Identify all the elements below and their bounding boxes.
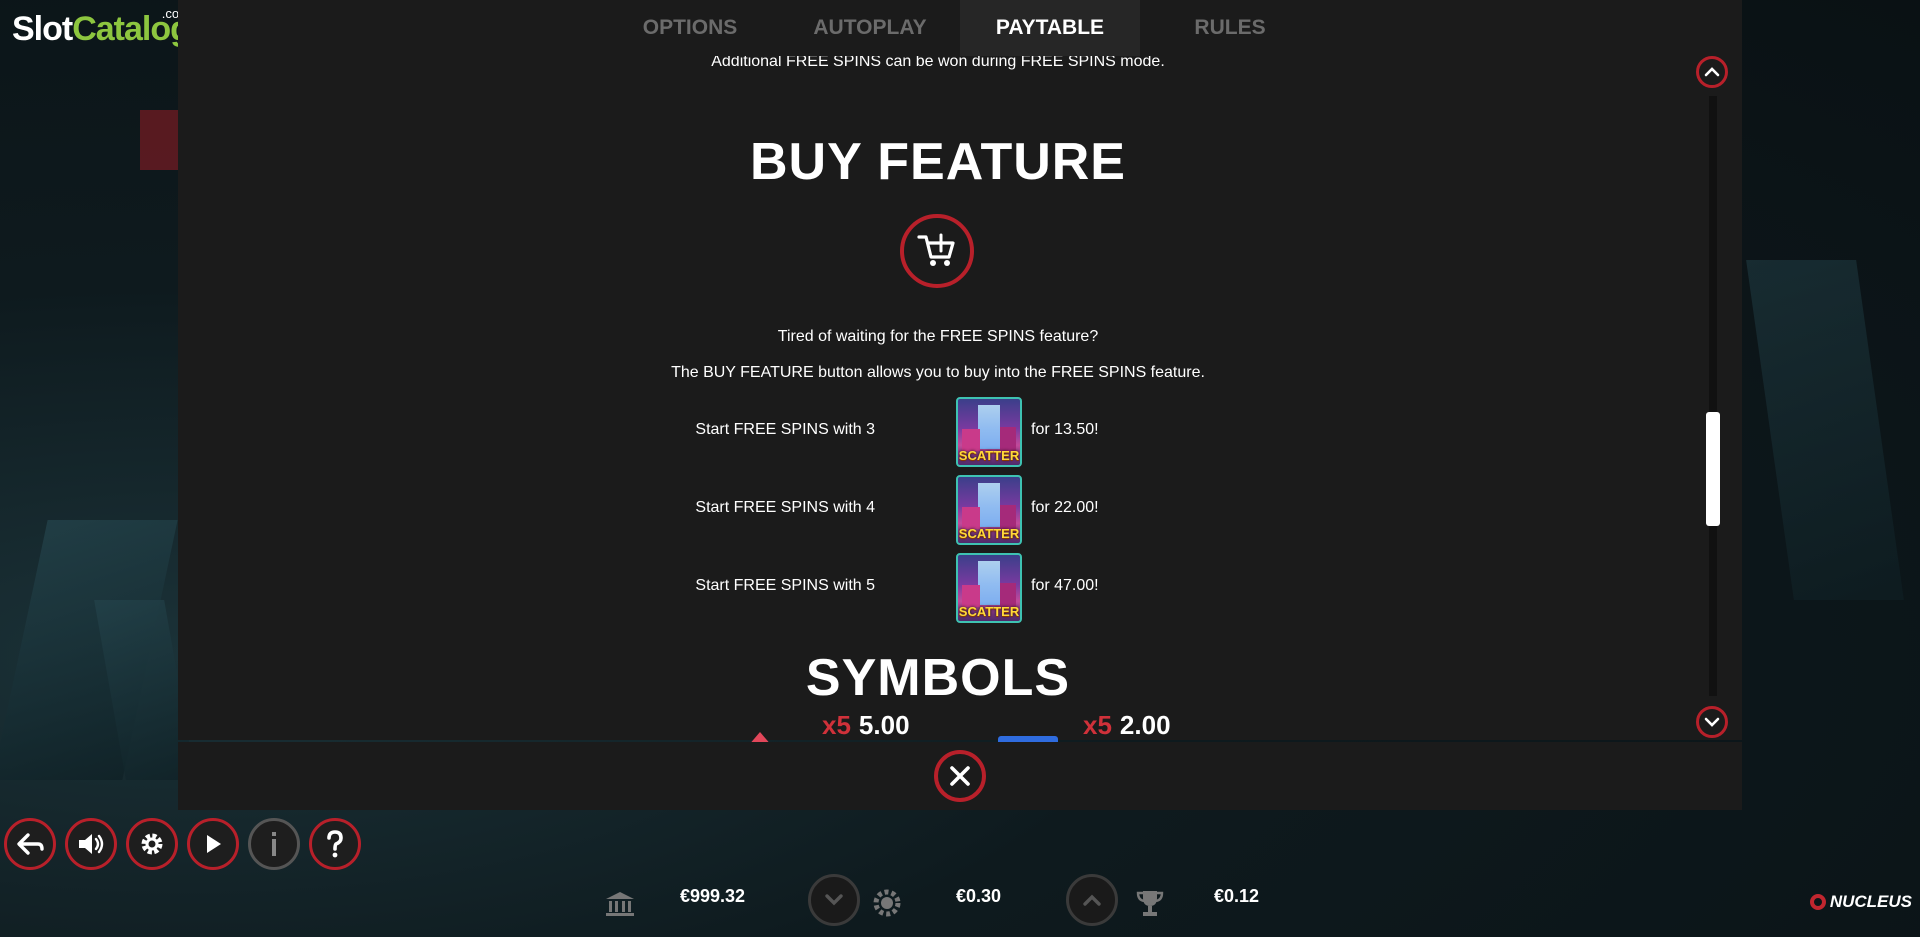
- info-icon: [272, 832, 276, 856]
- buy-feature-title: BUY FEATURE: [750, 133, 1126, 191]
- sound-button[interactable]: [65, 818, 117, 870]
- buy-feature-line2: The BUY FEATURE button allows you to buy…: [671, 364, 1205, 381]
- buy-option-row: Start FREE SPINS with 4 SCATTER for 22.0…: [178, 475, 1698, 545]
- scrollbar-thumb[interactable]: [1706, 412, 1720, 526]
- buy-option-price: for 22.00!: [1031, 499, 1099, 516]
- buy-option-price: for 13.50!: [1031, 421, 1099, 438]
- nucleus-logo: NUCLEUS: [1809, 892, 1912, 912]
- symbols-title: SYMBOLS: [805, 649, 1071, 707]
- red-gem-symbol: [748, 732, 772, 742]
- buy-option-label: Start FREE SPINS with 5: [695, 577, 875, 594]
- buy-option-row: Start FREE SPINS with 5 SCATTER for 47.0…: [178, 553, 1698, 623]
- scroll-up-button[interactable]: [1696, 56, 1728, 88]
- gear-icon: [141, 833, 163, 855]
- close-button[interactable]: [934, 750, 986, 802]
- paytable-content[interactable]: Additional FREE SPINS can be won during …: [178, 56, 1698, 742]
- chevron-up-icon: [1704, 67, 1720, 77]
- scatter-symbol: SCATTER: [956, 397, 1022, 467]
- game-footer: €999.32 €0.30 €0.12 NUCLEUS: [0, 810, 1920, 937]
- slotcatalog-logo: SlotCatalog .com: [12, 6, 191, 48]
- buy-option-label: Start FREE SPINS with 3: [695, 421, 875, 438]
- question-icon: [327, 830, 343, 858]
- back-button[interactable]: [4, 818, 56, 870]
- chevron-down-icon: [1704, 717, 1720, 727]
- bank-icon: [604, 890, 636, 923]
- coins-icon: [872, 888, 902, 923]
- scatter-symbol: SCATTER: [956, 475, 1022, 545]
- bet-increase-button[interactable]: [1066, 874, 1118, 926]
- autoplay-button[interactable]: [187, 818, 239, 870]
- back-arrow-icon: [17, 833, 44, 855]
- cart-plus-icon: [900, 214, 974, 288]
- win-value: €0.12: [1214, 886, 1260, 906]
- tab-rules[interactable]: RULES: [1140, 0, 1320, 56]
- tab-paytable[interactable]: PAYTABLE: [960, 0, 1140, 56]
- symbol-payout: x5 5.00: [822, 710, 910, 740]
- info-button[interactable]: [248, 818, 300, 870]
- paytable-panel: Additional FREE SPINS can be won during …: [178, 56, 1742, 742]
- bet-decrease-button[interactable]: [808, 874, 860, 926]
- buy-option-price: for 47.00!: [1031, 577, 1099, 594]
- close-icon: [950, 766, 970, 786]
- menu-tabs: OPTIONS AUTOPLAY PAYTABLE RULES: [178, 0, 1742, 56]
- close-bar: [178, 742, 1742, 810]
- buy-option-row: Start FREE SPINS with 3 SCATTER for 13.5…: [178, 397, 1698, 467]
- chevron-down-icon: [825, 894, 843, 906]
- tab-options[interactable]: OPTIONS: [600, 0, 780, 56]
- bet-value: €0.30: [956, 886, 1002, 906]
- help-button[interactable]: [309, 818, 361, 870]
- scroll-down-button[interactable]: [1696, 706, 1728, 738]
- scatter-symbol: SCATTER: [956, 553, 1022, 623]
- play-icon: [207, 835, 221, 853]
- buy-feature-line1: Tired of waiting for the FREE SPINS feat…: [777, 328, 1099, 345]
- symbol-payout: x5 2.00: [1083, 710, 1171, 740]
- settings-button[interactable]: [126, 818, 178, 870]
- speaker-icon: [79, 834, 104, 854]
- tab-autoplay[interactable]: AUTOPLAY: [780, 0, 960, 56]
- buy-option-label: Start FREE SPINS with 4: [695, 499, 875, 516]
- chevron-up-icon: [1083, 894, 1101, 906]
- balance-value: €999.32: [680, 886, 746, 906]
- free-spins-note: Additional FREE SPINS can be won during …: [711, 56, 1165, 70]
- scrollbar-track[interactable]: [1709, 96, 1717, 696]
- trophy-icon: [1136, 888, 1164, 923]
